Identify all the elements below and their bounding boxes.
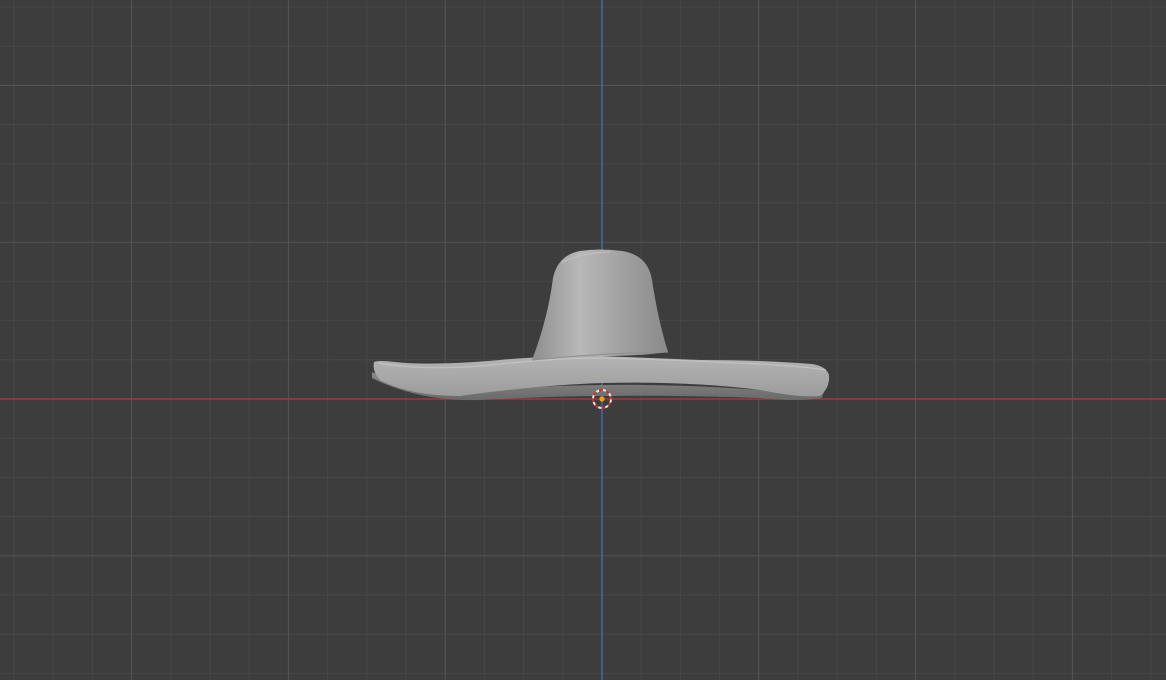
viewport-canvas[interactable] — [0, 0, 1166, 680]
object-origin-dot — [599, 396, 605, 402]
3d-viewport[interactable] — [0, 0, 1166, 680]
